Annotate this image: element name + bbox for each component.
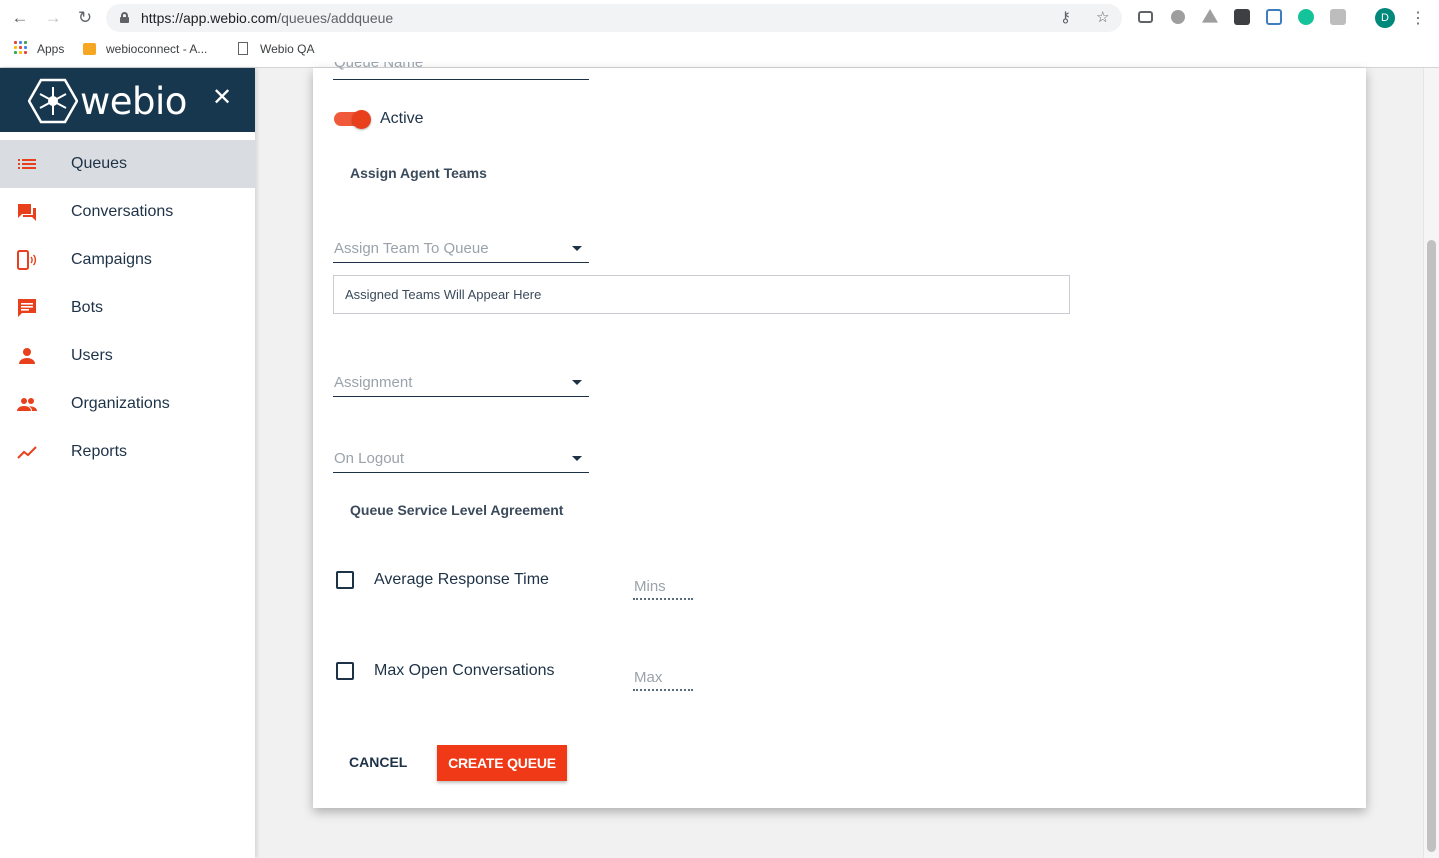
sidebar-item-label: Bots bbox=[71, 299, 104, 316]
sidebar: webio ✕ Queues Conversations Campaigns B… bbox=[0, 68, 255, 858]
url-text: https://app.webio.com/queues/addqueue bbox=[141, 10, 394, 26]
message-icon bbox=[18, 299, 36, 317]
extension-g-icon[interactable] bbox=[1330, 9, 1346, 25]
avg-response-label: Average Response Time bbox=[374, 571, 549, 588]
forward-arrow-icon[interactable]: → bbox=[44, 9, 62, 27]
avg-response-checkbox[interactable] bbox=[336, 571, 354, 589]
grammarly-icon[interactable] bbox=[1298, 9, 1314, 25]
sla-title: Queue Service Level Agreement bbox=[350, 502, 564, 518]
queue-name-placeholder: Queue Name bbox=[334, 62, 424, 71]
sidebar-item-label: Reports bbox=[71, 443, 128, 460]
sidebar-item-bots[interactable]: Bots bbox=[0, 284, 255, 332]
add-queue-form: Queue Name Active Assign Agent Teams Ass… bbox=[313, 62, 1366, 808]
avg-response-placeholder: Mins bbox=[634, 578, 666, 595]
create-queue-button[interactable]: CREATE QUEUE bbox=[437, 745, 567, 781]
cancel-button[interactable]: CANCEL bbox=[349, 754, 407, 770]
trend-icon bbox=[17, 446, 37, 459]
assign-team-placeholder: Assign Team To Queue bbox=[334, 240, 489, 257]
on-logout-placeholder: On Logout bbox=[334, 450, 405, 467]
browser-chrome: ← → ↻ https://app.webio.com/queues/addqu… bbox=[0, 0, 1439, 68]
assigned-teams-box: Assigned Teams Will Appear Here bbox=[333, 275, 1070, 314]
max-open-checkbox[interactable] bbox=[336, 662, 354, 680]
sidebar-item-queues[interactable]: Queues bbox=[0, 140, 255, 188]
page-scrollbar[interactable] bbox=[1423, 68, 1439, 858]
sidebar-item-conversations[interactable]: Conversations bbox=[0, 188, 255, 236]
star-icon[interactable]: ☆ bbox=[1096, 10, 1109, 26]
sidebar-item-campaigns[interactable]: Campaigns bbox=[0, 236, 255, 284]
profile-avatar[interactable]: D bbox=[1375, 8, 1395, 28]
back-arrow-icon[interactable]: ← bbox=[11, 9, 29, 27]
assignment-select[interactable]: Assignment bbox=[333, 369, 589, 397]
chevron-down-icon bbox=[572, 456, 582, 461]
extension-circle-icon[interactable] bbox=[1171, 10, 1185, 24]
brand-header: webio ✕ bbox=[0, 68, 255, 132]
extension-dots-icon[interactable] bbox=[1234, 9, 1250, 25]
max-open-placeholder: Max bbox=[634, 669, 663, 686]
kebab-menu-icon[interactable]: ⋮ bbox=[1410, 8, 1426, 28]
drive-icon[interactable] bbox=[1202, 9, 1218, 23]
close-sidebar-icon[interactable]: ✕ bbox=[212, 86, 232, 110]
scrollbar-thumb[interactable] bbox=[1427, 240, 1436, 852]
bookmark-box-icon bbox=[83, 43, 96, 55]
sidebar-item-reports[interactable]: Reports bbox=[0, 428, 255, 476]
sidebar-item-label: Campaigns bbox=[71, 251, 152, 268]
list-icon bbox=[18, 159, 36, 169]
address-bar[interactable]: https://app.webio.com/queues/addqueue ⚷ … bbox=[106, 4, 1122, 32]
avg-response-input[interactable]: Mins bbox=[633, 578, 693, 600]
sidebar-item-label: Organizations bbox=[71, 395, 170, 412]
assign-agent-teams-title: Assign Agent Teams bbox=[350, 165, 487, 181]
bookmark-webioconnect[interactable]: webioconnect - A... bbox=[106, 42, 207, 56]
extension-w-icon[interactable] bbox=[1266, 9, 1282, 25]
active-label: Active bbox=[380, 110, 424, 127]
assigned-teams-text: Assigned Teams Will Appear Here bbox=[345, 287, 542, 302]
max-open-input[interactable]: Max bbox=[633, 669, 693, 691]
bookmark-apps[interactable]: Apps bbox=[37, 42, 64, 56]
queue-name-input[interactable]: Queue Name bbox=[333, 62, 589, 80]
assignment-placeholder: Assignment bbox=[334, 374, 413, 391]
active-toggle[interactable] bbox=[334, 110, 372, 129]
sidebar-item-label: Conversations bbox=[71, 203, 174, 220]
assign-team-select[interactable]: Assign Team To Queue bbox=[333, 235, 589, 263]
sidebar-item-organizations[interactable]: Organizations bbox=[0, 380, 255, 428]
phone-broadcast-icon bbox=[17, 250, 37, 270]
sidebar-item-users[interactable]: Users bbox=[0, 332, 255, 380]
lock-icon bbox=[120, 12, 129, 23]
brand-name: webio bbox=[80, 80, 187, 123]
sidebar-nav: Queues Conversations Campaigns Bots User… bbox=[0, 140, 255, 476]
bookmark-webio-qa[interactable]: Webio QA bbox=[260, 42, 314, 56]
chat-icon bbox=[18, 204, 36, 221]
apps-grid-icon[interactable] bbox=[14, 41, 27, 54]
key-icon[interactable]: ⚷ bbox=[1060, 10, 1071, 26]
on-logout-select[interactable]: On Logout bbox=[333, 445, 589, 473]
chevron-down-icon bbox=[572, 246, 582, 251]
sidebar-item-label: Queues bbox=[71, 155, 128, 172]
sidebar-item-label: Users bbox=[71, 347, 113, 364]
person-icon bbox=[19, 348, 35, 364]
chevron-down-icon bbox=[572, 380, 582, 385]
webio-logo-icon bbox=[28, 78, 78, 124]
bookmark-page-icon bbox=[238, 42, 248, 55]
max-open-label: Max Open Conversations bbox=[374, 662, 555, 679]
cast-icon[interactable] bbox=[1138, 11, 1153, 23]
people-icon bbox=[17, 398, 37, 411]
reload-icon[interactable]: ↻ bbox=[76, 9, 94, 27]
